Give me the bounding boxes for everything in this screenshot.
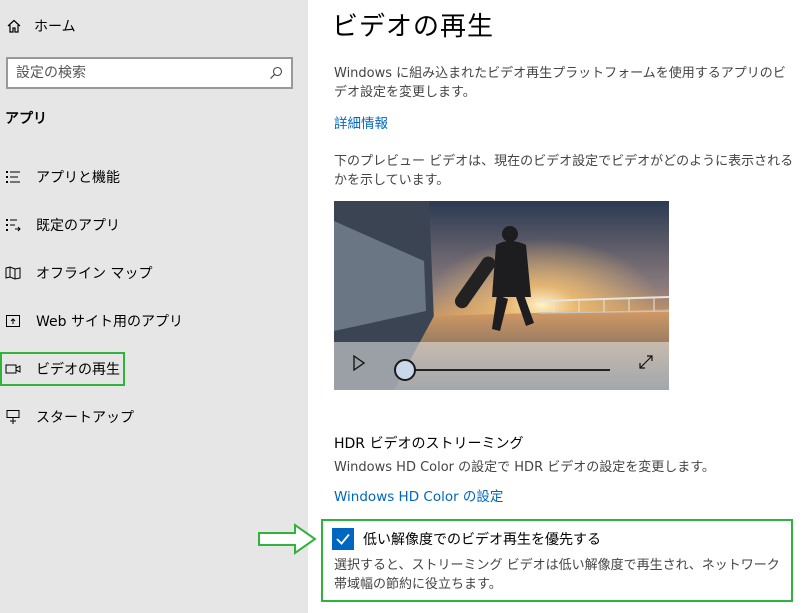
low-res-description: 選択すると、ストリーミング ビデオは低い解像度で再生され、ネットワーク帯域幅の節… xyxy=(334,558,780,592)
hd-color-settings-link[interactable]: Windows HD Color の設定 xyxy=(334,485,503,505)
video-progress-handle[interactable] xyxy=(394,359,416,381)
search-input[interactable] xyxy=(16,65,269,81)
startup-icon xyxy=(6,410,20,424)
sidebar-item-label: ビデオの再生 xyxy=(36,362,120,378)
offline-map-icon xyxy=(5,266,21,280)
sidebar-item-startup[interactable]: スタートアップ xyxy=(0,400,300,434)
low-res-checkbox-row[interactable]: 低い解像度でのビデオ再生を優先する xyxy=(332,528,601,550)
home-icon xyxy=(7,19,21,33)
page-title: ビデオの再生 xyxy=(332,12,495,42)
apps-list-icon xyxy=(6,171,20,183)
fullscreen-icon[interactable] xyxy=(638,354,654,370)
default-apps-icon xyxy=(6,219,21,232)
annotation-arrow-icon xyxy=(258,523,317,555)
hdr-description: Windows HD Color の設定で HDR ビデオの設定を変更します。 xyxy=(334,460,715,475)
sidebar-item-website-apps[interactable]: Web サイト用のアプリ xyxy=(0,304,300,338)
preview-description: 下のプレビュー ビデオは、現在のビデオ設定でビデオがどのように表示されるかを示し… xyxy=(334,154,794,188)
more-info-link[interactable]: 詳細情報 xyxy=(334,112,388,132)
checkmark-icon xyxy=(336,533,350,545)
sidebar-item-apps-features[interactable]: アプリと機能 xyxy=(0,160,300,194)
sidebar-item-label: アプリと機能 xyxy=(36,170,120,186)
sidebar: ホーム アプリ アプリと機能 既定のアプリ オフライン マップ xyxy=(0,0,308,613)
video-icon xyxy=(5,364,21,374)
intro-text: Windows に組み込まれたビデオ再生プラットフォームを使用するアプリのビデオ… xyxy=(334,66,786,100)
low-res-checkbox-label: 低い解像度でのビデオ再生を優先する xyxy=(363,532,601,548)
search-box[interactable] xyxy=(6,57,293,89)
video-progress-track[interactable] xyxy=(406,369,610,371)
low-res-checkbox[interactable] xyxy=(332,528,354,550)
sidebar-item-video-playback[interactable]: ビデオの再生 xyxy=(0,352,125,386)
sidebar-item-label: Web サイト用のアプリ xyxy=(36,314,183,330)
section-title: アプリ xyxy=(5,111,47,127)
play-icon[interactable] xyxy=(352,355,366,371)
sidebar-item-label: オフライン マップ xyxy=(36,266,153,282)
search-icon[interactable] xyxy=(269,66,283,80)
website-app-icon xyxy=(6,315,20,327)
main-content: ビデオの再生 Windows に組み込まれたビデオ再生プラットフォームを使用する… xyxy=(308,0,805,613)
video-controls xyxy=(334,342,669,390)
home-nav-item[interactable]: ホーム xyxy=(6,14,76,38)
sidebar-item-label: スタートアップ xyxy=(36,410,134,426)
sidebar-item-offline-maps[interactable]: オフライン マップ xyxy=(0,256,300,290)
sidebar-item-default-apps[interactable]: 既定のアプリ xyxy=(0,208,300,242)
sidebar-item-label: 既定のアプリ xyxy=(36,218,120,234)
home-label: ホーム xyxy=(34,19,76,35)
hdr-section-title: HDR ビデオのストリーミング xyxy=(334,436,524,452)
preview-video[interactable] xyxy=(334,201,669,390)
